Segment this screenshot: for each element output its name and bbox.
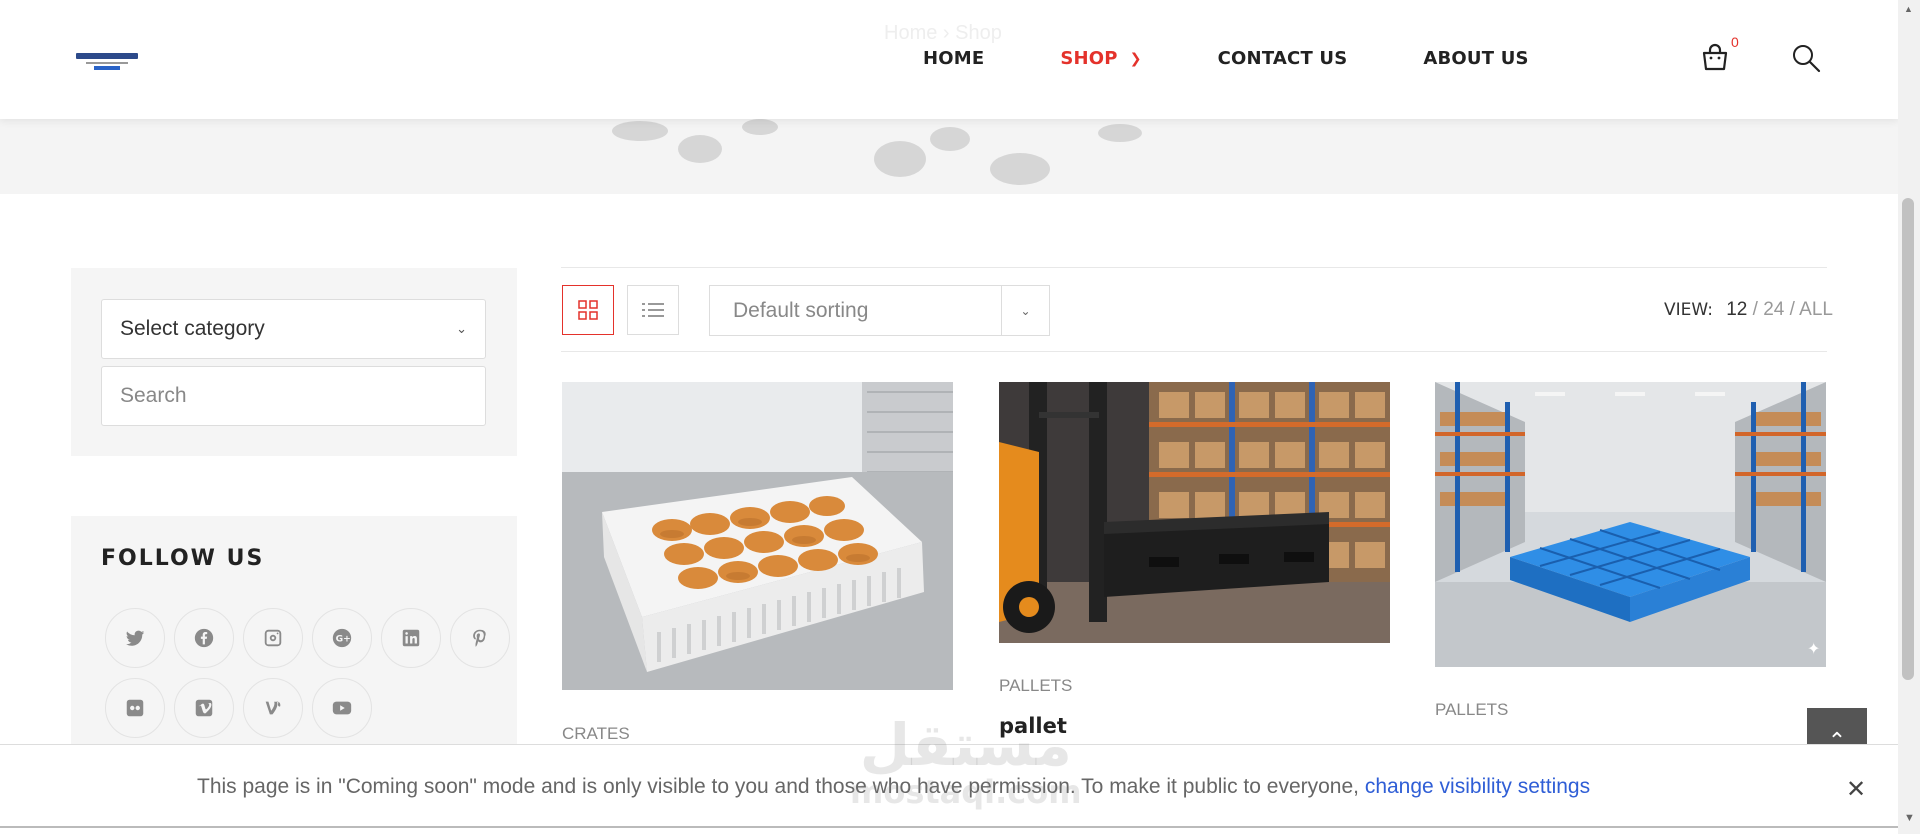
grid-icon <box>578 300 598 320</box>
sorting-select[interactable]: Default sorting ⌄ <box>709 285 1050 336</box>
pinterest-icon[interactable] <box>450 608 510 668</box>
list-icon <box>642 303 664 317</box>
close-icon[interactable]: ✕ <box>1846 775 1866 804</box>
chevron-down-icon: ⌄ <box>1001 286 1049 335</box>
scrollbar-thumb[interactable] <box>1902 198 1914 680</box>
category-select[interactable]: Select category ⌄ <box>101 299 486 359</box>
social-links: G+ <box>105 608 525 738</box>
nav-home[interactable]: HOME <box>923 48 984 69</box>
nav-shop[interactable]: SHOP ❯ <box>1060 48 1141 69</box>
nav-about-us[interactable]: ABOUT US <box>1423 48 1528 69</box>
filter-panel: Select category ⌄ <box>71 268 517 456</box>
site-header: HOME SHOP ❯ CONTACT US ABOUT US 0 <box>0 0 1898 119</box>
chevron-down-icon: ❯ <box>1129 50 1142 67</box>
grid-view-button[interactable] <box>562 285 614 335</box>
chevron-down-icon: ⌄ <box>456 321 467 336</box>
svg-text:✦: ✦ <box>1807 639 1820 658</box>
product-image-pallet-black[interactable] <box>999 382 1390 643</box>
svg-text:G+: G+ <box>336 634 351 645</box>
product-category[interactable]: PALLETS <box>999 676 1072 696</box>
cart-count-badge: 0 <box>1731 34 1739 50</box>
product-image-pallet-blue[interactable]: ✦ <box>1435 382 1826 667</box>
scroll-down-arrow[interactable]: ▼ <box>1904 812 1915 824</box>
twitter-icon[interactable] <box>105 608 165 668</box>
follow-us-title: FOLLOW US <box>101 546 265 571</box>
search-icon[interactable] <box>1791 43 1821 73</box>
mostaql-watermark: مستقل mostaql.com <box>850 711 1082 811</box>
toolbar-divider <box>561 351 1827 352</box>
scroll-up-arrow[interactable]: ▲ <box>1904 4 1913 14</box>
product-image-crate[interactable] <box>562 382 953 690</box>
instagram-icon[interactable] <box>243 608 303 668</box>
nav-contact-us[interactable]: CONTACT US <box>1218 48 1348 69</box>
view-all-link[interactable]: ALL <box>1799 299 1833 320</box>
view-24-link[interactable]: 24 <box>1763 299 1784 320</box>
shopping-bag-icon[interactable] <box>1700 42 1730 72</box>
page-banner <box>0 119 1898 194</box>
toolbar-divider <box>561 267 1827 268</box>
breadcrumb: Home › Shop <box>884 22 1002 44</box>
product-category[interactable]: CRATES <box>562 724 630 744</box>
flickr-icon[interactable] <box>105 678 165 738</box>
list-view-button[interactable] <box>627 285 679 335</box>
vimeo-icon[interactable] <box>174 678 234 738</box>
linkedin-icon[interactable] <box>381 608 441 668</box>
products-per-page: VIEW: 12 / 24 / ALL <box>1664 299 1833 320</box>
site-logo[interactable] <box>76 50 138 72</box>
view-12-link[interactable]: 12 <box>1726 299 1747 320</box>
product-category[interactable]: PALLETS <box>1435 700 1508 720</box>
facebook-icon[interactable] <box>174 608 234 668</box>
visibility-settings-link[interactable]: change visibility settings <box>1365 775 1590 798</box>
vine-icon[interactable] <box>243 678 303 738</box>
page-scrollbar[interactable]: ▲ ▼ <box>1898 0 1920 834</box>
floral-decoration <box>612 119 1142 185</box>
google-plus-icon[interactable]: G+ <box>312 608 372 668</box>
product-search-input[interactable] <box>101 366 486 426</box>
main-nav: HOME SHOP ❯ CONTACT US ABOUT US <box>923 48 1605 69</box>
youtube-icon[interactable] <box>312 678 372 738</box>
notice-text: This page is in "Coming soon" mode and i… <box>197 775 1365 798</box>
